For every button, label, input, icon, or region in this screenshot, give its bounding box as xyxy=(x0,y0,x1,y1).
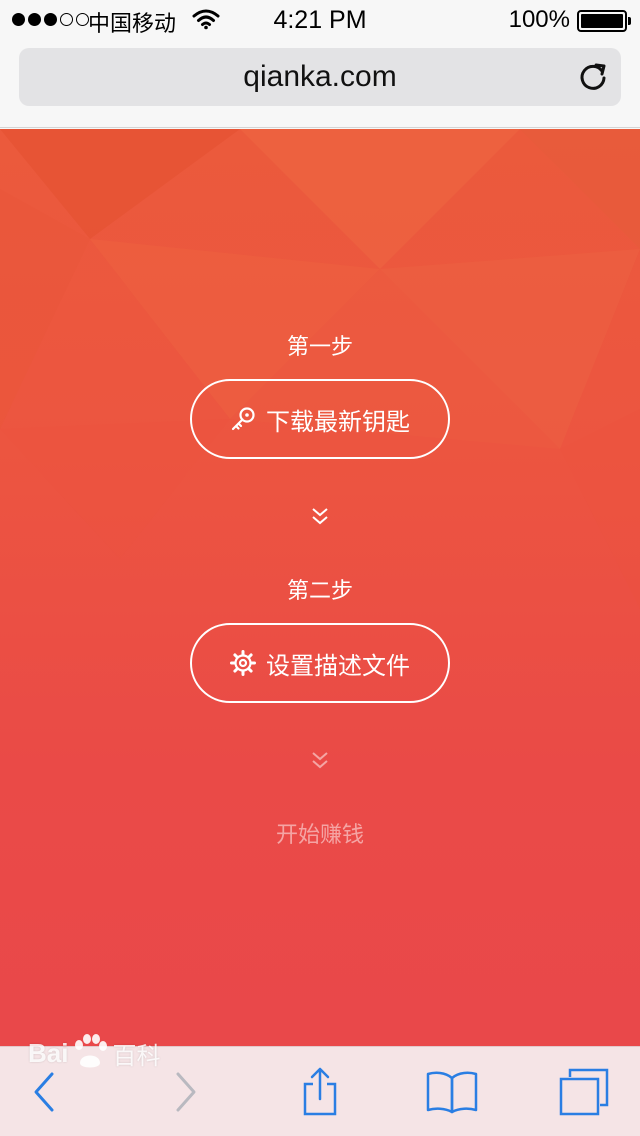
chevron-down-icon xyxy=(312,752,328,769)
status-bar: 中国移动 4:21 PM 100% xyxy=(0,0,640,40)
watermark-cjk-text: 百科 xyxy=(112,1041,161,1070)
install-profile-button[interactable]: 设置描述文件 xyxy=(190,623,450,703)
url-text: qianka.com xyxy=(243,60,397,93)
download-key-button[interactable]: 下载最新钥匙 xyxy=(190,379,450,459)
battery-icon xyxy=(577,10,631,32)
gear-icon xyxy=(230,650,256,676)
start-earning-label: 开始赚钱 xyxy=(275,823,364,848)
key-icon xyxy=(231,407,255,431)
watermark-latin-text: Bai xyxy=(28,1037,69,1068)
step-1-label: 第一步 xyxy=(286,335,353,360)
install-profile-button-label: 设置描述文件 xyxy=(266,651,410,680)
bookmarks-button[interactable] xyxy=(424,1047,480,1136)
tabs-button[interactable] xyxy=(556,1047,612,1136)
step-2-label: 第二步 xyxy=(286,579,353,604)
browser-nav-bar: qianka.com xyxy=(0,40,640,128)
share-icon xyxy=(303,1067,337,1116)
chevron-down-icon xyxy=(312,508,328,525)
battery-percentage: 100% xyxy=(508,6,570,33)
url-field[interactable]: qianka.com xyxy=(19,48,621,106)
download-key-button-label: 下载最新钥匙 xyxy=(266,407,410,436)
bookmarks-book-icon xyxy=(426,1071,478,1114)
reload-icon[interactable] xyxy=(575,59,611,95)
baidu-baike-watermark: Bai 百科 xyxy=(28,1028,188,1078)
share-button[interactable] xyxy=(296,1047,344,1136)
paw-logo-icon xyxy=(75,1034,108,1068)
tabs-icon xyxy=(559,1068,609,1116)
page-content: 第一步 下载最新钥匙 第二步 设置描述文件 开始赚钱 xyxy=(0,129,640,1046)
